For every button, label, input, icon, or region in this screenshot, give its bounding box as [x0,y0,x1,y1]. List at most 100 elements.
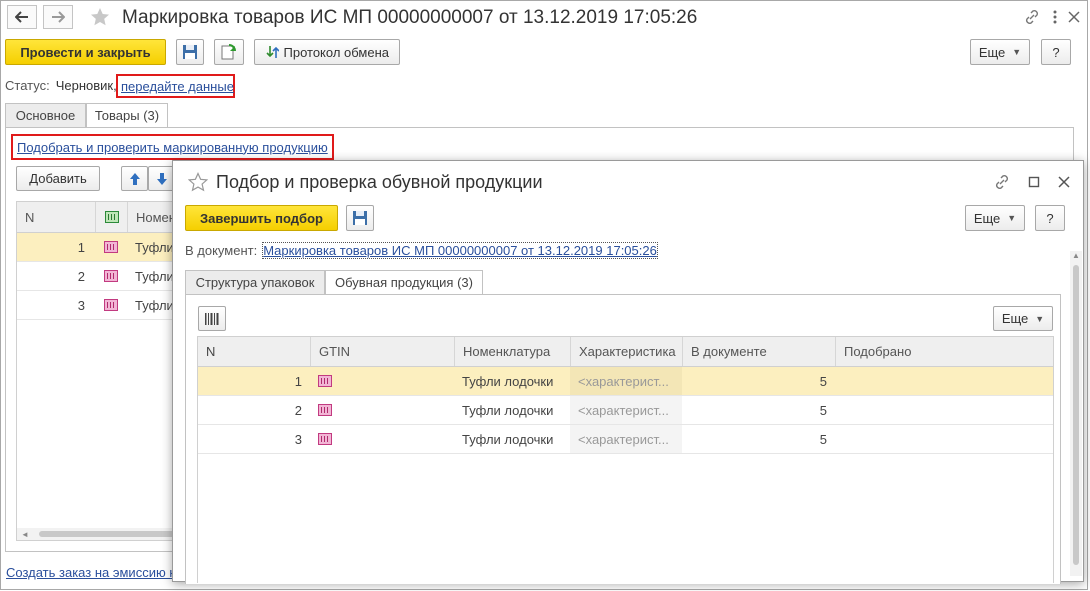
document-line: В документ: Маркировка товаров ИС МП 000… [185,242,658,259]
grid-more-button[interactable]: Еще ▼ [993,306,1053,331]
column-characteristic[interactable]: Характеристика [570,337,682,366]
move-up-button[interactable] [121,166,148,191]
more-button[interactable]: Еще ▼ [965,205,1025,231]
back-button[interactable] [7,5,37,29]
row-number: 2 [294,402,302,418]
row-in-document: 5 [819,431,827,447]
dialog-title: Подбор и проверка обувной продукции [216,172,543,192]
arrow-up-icon [129,172,140,185]
scroll-thumb[interactable] [39,531,185,537]
link-icon[interactable] [991,171,1013,193]
forward-arrow-icon [52,11,65,23]
footer-link-wrap: Создать заказ на эмиссию к [6,565,175,580]
mark-cell [95,291,127,319]
gtin-cell [310,367,454,395]
mark-code-icon [104,241,118,253]
forward-button[interactable] [43,5,73,29]
scan-barcode-button[interactable] [198,306,226,331]
tab-main[interactable]: Основное [5,103,86,128]
row-name: Туфли лодочки [462,373,554,389]
chevron-down-icon: ▼ [1012,47,1022,57]
save-button[interactable] [346,205,374,231]
more-label: Еще [978,44,1006,60]
column-n[interactable]: N [198,337,310,366]
star-icon[interactable] [89,6,111,28]
send-data-highlight: передайте данные [116,74,235,98]
mark-code-icon [104,270,118,282]
maximize-icon[interactable] [1023,171,1045,193]
close-icon[interactable] [1063,6,1085,28]
star-icon[interactable] [187,171,209,193]
barcode-scan-icon [205,312,219,325]
help-button[interactable]: ? [1041,39,1071,65]
table-row[interactable]: 2 Туфли лодочки <характерист... 5 [198,396,1053,425]
column-gtin[interactable]: GTIN [310,337,454,366]
mark-code-icon [318,404,332,416]
row-in-document: 5 [819,373,827,389]
row-name: Туфли лодочки [462,402,554,418]
refresh-button[interactable] [214,39,244,65]
more-button[interactable]: Еще ▼ [970,39,1030,65]
table-row[interactable]: 1 Туфли [17,233,185,262]
gtin-cell [310,396,454,424]
mark-cell [95,233,127,261]
horizontal-scrollbar[interactable]: ◄ [17,528,185,540]
close-icon[interactable] [1053,171,1075,193]
send-data-link[interactable]: передайте данные [121,79,234,94]
more-label: Еще [973,210,1001,226]
post-and-close-button[interactable]: Провести и закрыть [5,39,166,65]
row-picked [835,425,1053,453]
mark-code-icon [318,375,332,387]
column-n[interactable]: N [17,202,95,232]
row-number: 2 [77,268,85,284]
select-check-link[interactable]: Подобрать и проверить маркированную прод… [17,140,328,155]
create-emission-order-link[interactable]: Создать заказ на эмиссию к [6,565,175,580]
save-icon [183,45,197,59]
scroll-thumb[interactable] [1073,265,1079,565]
row-name: Туфли лодочки [462,431,554,447]
selection-dialog: Подбор и проверка обувной продукции Заве… [172,160,1084,584]
mark-code-icon [104,211,119,223]
document-label: В документ: [185,243,258,258]
link-icon[interactable] [1021,6,1043,28]
gtin-cell [310,425,454,453]
tab-footwear[interactable]: Обувная продукция (3) [325,270,483,295]
column-in-document[interactable]: В документе [682,337,835,366]
footwear-table-header: N GTIN Номенклатура Характеристика В док… [198,337,1053,367]
table-row[interactable]: 3 Туфли [17,291,185,320]
table-row[interactable]: 2 Туфли [17,262,185,291]
move-down-button[interactable] [148,166,175,191]
row-number: 3 [294,431,302,447]
column-mark[interactable] [95,202,127,232]
chevron-down-icon: ▼ [1007,213,1017,223]
add-button[interactable]: Добавить [16,166,100,191]
row-number: 3 [77,297,85,313]
document-link[interactable]: Маркировка товаров ИС МП 00000000007 от … [262,242,658,259]
status-value: Черновик, [55,78,117,93]
scroll-up-icon[interactable]: ▲ [1072,251,1080,260]
column-picked[interactable]: Подобрано [835,337,1053,366]
scroll-left-icon[interactable]: ◄ [21,530,29,539]
tab-goods[interactable]: Товары (3) [86,103,168,128]
mark-code-icon [318,433,332,445]
select-check-highlight: Подобрать и проверить маркированную прод… [11,134,334,160]
exchange-log-icon [266,46,279,58]
finish-selection-button[interactable]: Завершить подбор [185,205,338,231]
row-characteristic: <характерист... [570,425,682,453]
exchange-log-button[interactable]: Протокол обмена [254,39,400,65]
row-number: 1 [294,373,302,389]
row-picked [835,367,1053,395]
vertical-scrollbar[interactable]: ▲ [1070,251,1082,576]
tab-package-structure[interactable]: Структура упаковок [185,270,325,295]
exchange-log-label: Протокол обмена [283,44,390,60]
table-row[interactable]: 1 Туфли лодочки <характерист... 5 [198,367,1053,396]
window-title: Маркировка товаров ИС МП 00000000007 от … [122,7,698,28]
save-button[interactable] [176,39,204,65]
column-nomenclature[interactable]: Номенклатура [454,337,570,366]
row-characteristic: <характерист... [570,367,682,395]
refresh-icon [221,44,236,60]
help-button[interactable]: ? [1035,205,1065,231]
table-row[interactable]: 3 Туфли лодочки <характерист... 5 [198,425,1053,454]
row-number: 1 [77,239,85,255]
chevron-down-icon: ▼ [1035,313,1045,324]
